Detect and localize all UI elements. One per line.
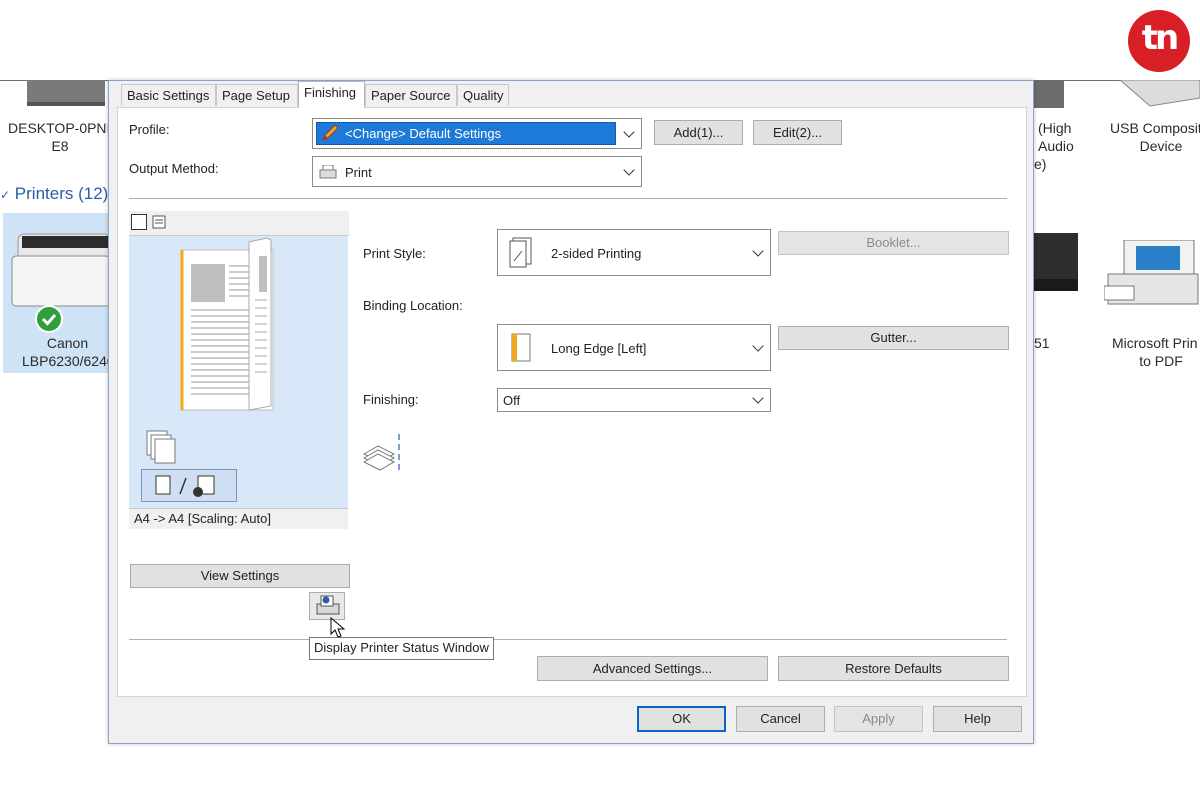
- preview-caption-text: A4 -> A4 [Scaling: Auto]: [134, 511, 271, 526]
- cancel-button[interactable]: Cancel: [736, 706, 825, 732]
- bottom-divider: [129, 639, 1007, 640]
- finishing-label: Finishing:: [363, 392, 419, 407]
- canon-label-line2: LBP6230/6240: [22, 353, 112, 369]
- audio-device-icon: [1032, 80, 1067, 110]
- printer-icon: [8, 226, 111, 310]
- booklet-button[interactable]: Booklet...: [778, 231, 1009, 255]
- output-method-select[interactable]: Print: [312, 156, 642, 187]
- printer-status-button[interactable]: [309, 592, 345, 620]
- chevron-down-icon: [623, 125, 635, 138]
- view-settings-button[interactable]: View Settings: [130, 564, 350, 588]
- ok-button[interactable]: OK: [637, 706, 726, 732]
- printer-status-icon: [316, 595, 340, 615]
- tab-quality[interactable]: Quality: [457, 84, 509, 106]
- pdf-label-line1: Microsoft Prin: [1112, 335, 1198, 351]
- printers-section-heading[interactable]: ✓ Printers (12): [0, 184, 108, 204]
- default-check-icon: [35, 305, 63, 333]
- usb-label-line1: USB Composit: [1110, 120, 1200, 136]
- help-button[interactable]: Help: [933, 706, 1022, 732]
- chevron-down-icon[interactable]: ✓: [0, 188, 10, 202]
- chevron-down-icon: [623, 163, 635, 176]
- duplex-page-icon: [508, 237, 534, 269]
- apply-button[interactable]: Apply: [834, 706, 923, 732]
- duplex-page-illustration: [146, 237, 274, 464]
- mouse-cursor-icon: [330, 616, 346, 639]
- audio-label-line3: e): [1034, 156, 1047, 172]
- finishing-value: Off: [503, 393, 521, 408]
- gutter-button[interactable]: Gutter...: [778, 326, 1009, 350]
- chevron-down-icon: [752, 244, 764, 257]
- profile-label: Profile:: [129, 122, 170, 137]
- tab-page-setup[interactable]: Page Setup: [216, 84, 298, 106]
- chevron-down-icon: [752, 339, 764, 352]
- printer-status-tooltip: Display Printer Status Window: [309, 637, 494, 660]
- printer-view-icon[interactable]: [151, 214, 169, 230]
- printer-icon-dark: [1032, 233, 1082, 295]
- output-method-label: Output Method:: [129, 161, 219, 176]
- collate-icon: [362, 432, 404, 472]
- print-style-select[interactable]: 2-sided Printing: [497, 229, 771, 276]
- pencil-icon: [321, 124, 339, 142]
- pdf-label-line2: to PDF: [1139, 353, 1183, 369]
- profile-value: <Change> Default Settings: [345, 126, 502, 141]
- binding-location-label: Binding Location:: [363, 298, 463, 313]
- preview-mode-bar: [129, 211, 349, 236]
- profile-select[interactable]: <Change> Default Settings: [312, 118, 642, 149]
- printers-heading-text: Printers (12): [14, 184, 109, 203]
- print-style-value: 2-sided Printing: [551, 246, 642, 261]
- binding-location-select[interactable]: Long Edge [Left]: [497, 324, 771, 371]
- pdf-printer-icon: [1103, 239, 1200, 310]
- tab-paper-source[interactable]: Paper Source: [365, 84, 457, 106]
- brand-logo: tn: [1128, 10, 1190, 72]
- printer-small-icon: [319, 164, 337, 179]
- add-profile-button[interactable]: Add(1)...: [654, 120, 743, 145]
- restore-defaults-button[interactable]: Restore Defaults: [778, 656, 1009, 681]
- page-view-icon[interactable]: [131, 214, 147, 230]
- canon-label-line1: Canon: [46, 335, 89, 351]
- usb-label-line2: Device: [1139, 138, 1183, 154]
- top-divider: [129, 198, 1007, 199]
- keyboard-icon: [1110, 79, 1200, 110]
- page-layout-toggle-button[interactable]: [141, 469, 237, 502]
- edit-profile-button[interactable]: Edit(2)...: [753, 120, 842, 145]
- finishing-select[interactable]: Off: [497, 388, 771, 412]
- tab-finishing[interactable]: Finishing: [298, 81, 365, 108]
- chevron-down-icon: [752, 392, 764, 404]
- preview-caption: A4 -> A4 [Scaling: Auto]: [129, 508, 348, 529]
- print-style-label: Print Style:: [363, 246, 426, 261]
- page-preview: [129, 236, 348, 508]
- printer-fragment-label: 51: [1034, 335, 1050, 351]
- output-method-value: Print: [345, 165, 372, 180]
- computer-icon: [25, 80, 107, 110]
- page-layout-icon: [155, 475, 215, 497]
- advanced-settings-button[interactable]: Advanced Settings...: [537, 656, 768, 681]
- binding-location-value: Long Edge [Left]: [551, 341, 647, 356]
- desktop-name-line1[interactable]: DESKTOP-0PNI: [8, 119, 112, 137]
- desktop-name-line2[interactable]: E8: [40, 137, 80, 155]
- binding-long-edge-icon: [508, 332, 534, 364]
- audio-label-line1: (High: [1038, 120, 1072, 136]
- audio-label-line2: Audio: [1038, 138, 1074, 154]
- tab-basic-settings[interactable]: Basic Settings: [121, 84, 216, 106]
